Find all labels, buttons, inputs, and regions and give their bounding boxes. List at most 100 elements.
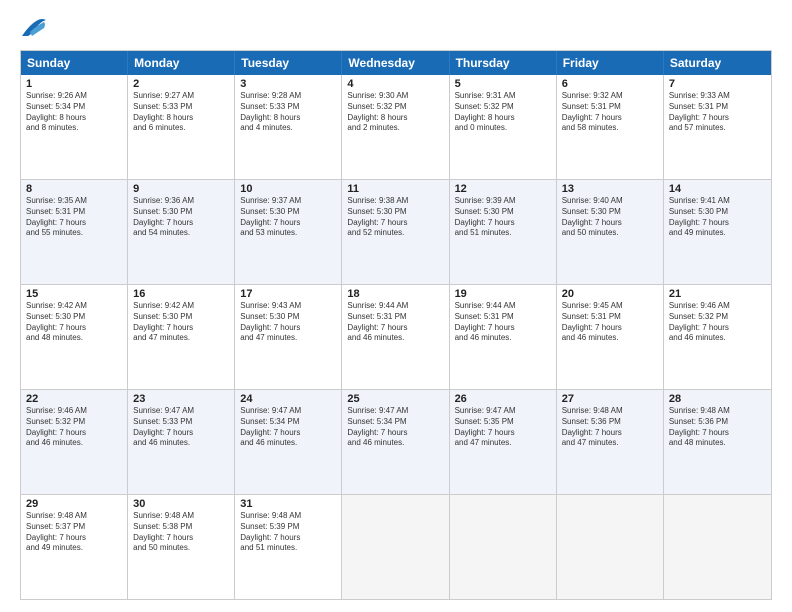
day-number: 23 — [133, 393, 229, 405]
calendar-cell-16: 16Sunrise: 9:42 AMSunset: 5:30 PMDayligh… — [128, 285, 235, 389]
cell-info: Sunrise: 9:40 AMSunset: 5:30 PMDaylight:… — [562, 196, 658, 239]
calendar-cell-21: 21Sunrise: 9:46 AMSunset: 5:32 PMDayligh… — [664, 285, 771, 389]
calendar-header: SundayMondayTuesdayWednesdayThursdayFrid… — [21, 51, 771, 75]
calendar-row-0: 1Sunrise: 9:26 AMSunset: 5:34 PMDaylight… — [21, 75, 771, 180]
day-number: 19 — [455, 288, 551, 300]
cell-info: Sunrise: 9:44 AMSunset: 5:31 PMDaylight:… — [347, 301, 443, 344]
cell-info: Sunrise: 9:36 AMSunset: 5:30 PMDaylight:… — [133, 196, 229, 239]
calendar: SundayMondayTuesdayWednesdayThursdayFrid… — [20, 50, 772, 600]
cell-info: Sunrise: 9:32 AMSunset: 5:31 PMDaylight:… — [562, 91, 658, 134]
calendar-row-3: 22Sunrise: 9:46 AMSunset: 5:32 PMDayligh… — [21, 390, 771, 495]
header-day-tuesday: Tuesday — [235, 51, 342, 75]
day-number: 10 — [240, 183, 336, 195]
cell-info: Sunrise: 9:42 AMSunset: 5:30 PMDaylight:… — [26, 301, 122, 344]
page: SundayMondayTuesdayWednesdayThursdayFrid… — [0, 0, 792, 612]
header — [20, 16, 772, 40]
calendar-cell-19: 19Sunrise: 9:44 AMSunset: 5:31 PMDayligh… — [450, 285, 557, 389]
day-number: 2 — [133, 78, 229, 90]
day-number: 5 — [455, 78, 551, 90]
day-number: 20 — [562, 288, 658, 300]
calendar-cell-empty — [557, 495, 664, 599]
cell-info: Sunrise: 9:44 AMSunset: 5:31 PMDaylight:… — [455, 301, 551, 344]
day-number: 7 — [669, 78, 766, 90]
calendar-cell-23: 23Sunrise: 9:47 AMSunset: 5:33 PMDayligh… — [128, 390, 235, 494]
header-day-wednesday: Wednesday — [342, 51, 449, 75]
cell-info: Sunrise: 9:26 AMSunset: 5:34 PMDaylight:… — [26, 91, 122, 134]
day-number: 9 — [133, 183, 229, 195]
day-number: 13 — [562, 183, 658, 195]
day-number: 15 — [26, 288, 122, 300]
day-number: 22 — [26, 393, 122, 405]
day-number: 29 — [26, 498, 122, 510]
day-number: 30 — [133, 498, 229, 510]
calendar-cell-29: 29Sunrise: 9:48 AMSunset: 5:37 PMDayligh… — [21, 495, 128, 599]
calendar-cell-4: 4Sunrise: 9:30 AMSunset: 5:32 PMDaylight… — [342, 75, 449, 179]
day-number: 31 — [240, 498, 336, 510]
calendar-cell-31: 31Sunrise: 9:48 AMSunset: 5:39 PMDayligh… — [235, 495, 342, 599]
day-number: 25 — [347, 393, 443, 405]
calendar-cell-6: 6Sunrise: 9:32 AMSunset: 5:31 PMDaylight… — [557, 75, 664, 179]
cell-info: Sunrise: 9:45 AMSunset: 5:31 PMDaylight:… — [562, 301, 658, 344]
calendar-cell-1: 1Sunrise: 9:26 AMSunset: 5:34 PMDaylight… — [21, 75, 128, 179]
calendar-cell-13: 13Sunrise: 9:40 AMSunset: 5:30 PMDayligh… — [557, 180, 664, 284]
cell-info: Sunrise: 9:46 AMSunset: 5:32 PMDaylight:… — [26, 406, 122, 449]
day-number: 28 — [669, 393, 766, 405]
calendar-cell-5: 5Sunrise: 9:31 AMSunset: 5:32 PMDaylight… — [450, 75, 557, 179]
cell-info: Sunrise: 9:35 AMSunset: 5:31 PMDaylight:… — [26, 196, 122, 239]
day-number: 8 — [26, 183, 122, 195]
day-number: 3 — [240, 78, 336, 90]
calendar-cell-3: 3Sunrise: 9:28 AMSunset: 5:33 PMDaylight… — [235, 75, 342, 179]
calendar-cell-8: 8Sunrise: 9:35 AMSunset: 5:31 PMDaylight… — [21, 180, 128, 284]
cell-info: Sunrise: 9:37 AMSunset: 5:30 PMDaylight:… — [240, 196, 336, 239]
day-number: 14 — [669, 183, 766, 195]
cell-info: Sunrise: 9:48 AMSunset: 5:36 PMDaylight:… — [562, 406, 658, 449]
cell-info: Sunrise: 9:48 AMSunset: 5:36 PMDaylight:… — [669, 406, 766, 449]
cell-info: Sunrise: 9:30 AMSunset: 5:32 PMDaylight:… — [347, 91, 443, 134]
calendar-cell-12: 12Sunrise: 9:39 AMSunset: 5:30 PMDayligh… — [450, 180, 557, 284]
cell-info: Sunrise: 9:27 AMSunset: 5:33 PMDaylight:… — [133, 91, 229, 134]
logo-icon — [20, 16, 50, 40]
header-day-sunday: Sunday — [21, 51, 128, 75]
day-number: 18 — [347, 288, 443, 300]
day-number: 24 — [240, 393, 336, 405]
calendar-cell-25: 25Sunrise: 9:47 AMSunset: 5:34 PMDayligh… — [342, 390, 449, 494]
header-day-saturday: Saturday — [664, 51, 771, 75]
calendar-cell-14: 14Sunrise: 9:41 AMSunset: 5:30 PMDayligh… — [664, 180, 771, 284]
cell-info: Sunrise: 9:38 AMSunset: 5:30 PMDaylight:… — [347, 196, 443, 239]
calendar-cell-15: 15Sunrise: 9:42 AMSunset: 5:30 PMDayligh… — [21, 285, 128, 389]
day-number: 26 — [455, 393, 551, 405]
cell-info: Sunrise: 9:43 AMSunset: 5:30 PMDaylight:… — [240, 301, 336, 344]
day-number: 1 — [26, 78, 122, 90]
calendar-cell-empty — [664, 495, 771, 599]
header-day-friday: Friday — [557, 51, 664, 75]
calendar-cell-18: 18Sunrise: 9:44 AMSunset: 5:31 PMDayligh… — [342, 285, 449, 389]
cell-info: Sunrise: 9:28 AMSunset: 5:33 PMDaylight:… — [240, 91, 336, 134]
header-day-monday: Monday — [128, 51, 235, 75]
calendar-cell-20: 20Sunrise: 9:45 AMSunset: 5:31 PMDayligh… — [557, 285, 664, 389]
day-number: 12 — [455, 183, 551, 195]
calendar-cell-7: 7Sunrise: 9:33 AMSunset: 5:31 PMDaylight… — [664, 75, 771, 179]
calendar-cell-17: 17Sunrise: 9:43 AMSunset: 5:30 PMDayligh… — [235, 285, 342, 389]
header-day-thursday: Thursday — [450, 51, 557, 75]
calendar-cell-empty — [450, 495, 557, 599]
calendar-cell-2: 2Sunrise: 9:27 AMSunset: 5:33 PMDaylight… — [128, 75, 235, 179]
cell-info: Sunrise: 9:48 AMSunset: 5:39 PMDaylight:… — [240, 511, 336, 554]
day-number: 27 — [562, 393, 658, 405]
cell-info: Sunrise: 9:48 AMSunset: 5:38 PMDaylight:… — [133, 511, 229, 554]
cell-info: Sunrise: 9:47 AMSunset: 5:34 PMDaylight:… — [240, 406, 336, 449]
cell-info: Sunrise: 9:47 AMSunset: 5:34 PMDaylight:… — [347, 406, 443, 449]
calendar-cell-28: 28Sunrise: 9:48 AMSunset: 5:36 PMDayligh… — [664, 390, 771, 494]
calendar-cell-27: 27Sunrise: 9:48 AMSunset: 5:36 PMDayligh… — [557, 390, 664, 494]
logo — [20, 16, 54, 40]
cell-info: Sunrise: 9:41 AMSunset: 5:30 PMDaylight:… — [669, 196, 766, 239]
calendar-body: 1Sunrise: 9:26 AMSunset: 5:34 PMDaylight… — [21, 75, 771, 599]
calendar-row-1: 8Sunrise: 9:35 AMSunset: 5:31 PMDaylight… — [21, 180, 771, 285]
calendar-cell-30: 30Sunrise: 9:48 AMSunset: 5:38 PMDayligh… — [128, 495, 235, 599]
cell-info: Sunrise: 9:47 AMSunset: 5:33 PMDaylight:… — [133, 406, 229, 449]
calendar-row-4: 29Sunrise: 9:48 AMSunset: 5:37 PMDayligh… — [21, 495, 771, 599]
day-number: 16 — [133, 288, 229, 300]
calendar-cell-24: 24Sunrise: 9:47 AMSunset: 5:34 PMDayligh… — [235, 390, 342, 494]
cell-info: Sunrise: 9:39 AMSunset: 5:30 PMDaylight:… — [455, 196, 551, 239]
cell-info: Sunrise: 9:47 AMSunset: 5:35 PMDaylight:… — [455, 406, 551, 449]
day-number: 21 — [669, 288, 766, 300]
